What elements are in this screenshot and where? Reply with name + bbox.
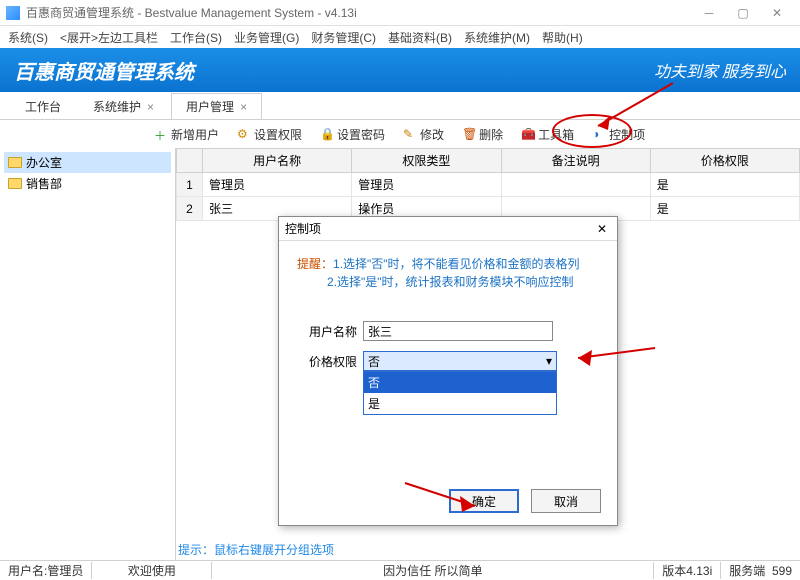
- label-username: 用户名称: [297, 323, 357, 340]
- maximize-button[interactable]: ▢: [726, 2, 760, 24]
- trash-icon: 🗑: [462, 127, 476, 141]
- dialog-titlebar[interactable]: 控制项 ✕: [279, 217, 617, 241]
- close-icon[interactable]: ×: [240, 100, 247, 114]
- toolbox-button[interactable]: 🧰工具箱: [517, 124, 578, 145]
- control-button[interactable]: ◑控制项: [588, 124, 649, 145]
- status-user: 用户名:管理员: [0, 562, 92, 579]
- minimize-button[interactable]: ─: [692, 2, 726, 24]
- label-price-perm: 价格权限: [297, 353, 357, 370]
- menu-system[interactable]: 系统(S): [4, 29, 52, 46]
- window-titlebar: 百惠商贸通管理系统 - Bestvalue Management System …: [0, 0, 800, 26]
- col-role[interactable]: 权限类型: [352, 149, 501, 173]
- control-dialog: 控制项 ✕ 提醒：1.选择"否"时，将不能看见价格和金额的表格列 2.选择"是"…: [278, 216, 618, 526]
- menu-finance[interactable]: 财务管理(C): [307, 29, 380, 46]
- dialog-title: 控制项: [285, 220, 321, 237]
- bottom-hint: 提示：鼠标右键展开分组选项: [178, 541, 334, 558]
- app-icon: [6, 6, 20, 20]
- username-input[interactable]: [363, 321, 553, 341]
- toolbox-icon: 🧰: [521, 127, 535, 141]
- window-title: 百惠商贸通管理系统 - Bestvalue Management System …: [26, 4, 692, 21]
- add-user-button[interactable]: ＋新增用户: [150, 124, 223, 145]
- folder-icon: [8, 157, 22, 168]
- banner: 百惠商贸通管理系统 功夫到家 服务到心: [0, 48, 800, 92]
- status-welcome: 欢迎使用: [92, 562, 212, 579]
- lock-icon: 🔒: [320, 127, 334, 141]
- dialog-tip: 提醒：1.选择"否"时，将不能看见价格和金额的表格列 2.选择"是"时，统计报表…: [297, 255, 599, 291]
- col-remark[interactable]: 备注说明: [501, 149, 650, 173]
- col-username[interactable]: 用户名称: [203, 149, 352, 173]
- pencil-icon: ✎: [403, 127, 417, 141]
- control-icon: ◑: [592, 127, 606, 141]
- col-price[interactable]: 价格权限: [650, 149, 799, 173]
- close-icon[interactable]: ×: [147, 100, 154, 114]
- gear-icon: ⚙: [237, 127, 251, 141]
- cancel-button[interactable]: 取消: [531, 489, 601, 513]
- menu-business[interactable]: 业务管理(G): [230, 29, 303, 46]
- menu-bar: 系统(S) <展开>左边工具栏 工作台(S) 业务管理(G) 财务管理(C) 基…: [0, 26, 800, 48]
- sidebar-tree: 办公室 销售部: [0, 148, 176, 560]
- brand-title: 百惠商贸通管理系统: [14, 56, 194, 85]
- tree-item-office[interactable]: 办公室: [4, 152, 171, 173]
- close-button[interactable]: ✕: [760, 2, 794, 24]
- tab-user-mgmt[interactable]: 用户管理×: [171, 93, 262, 119]
- menu-basedata[interactable]: 基础资料(B): [384, 29, 456, 46]
- status-version: 版本4.13i: [654, 562, 721, 579]
- folder-icon: [8, 178, 22, 189]
- tab-strip: 工作台 系统维护× 用户管理×: [0, 92, 800, 120]
- combo-option-yes[interactable]: 是: [364, 393, 556, 414]
- combo-option-no[interactable]: 否: [364, 372, 556, 393]
- delete-button[interactable]: 🗑删除: [458, 124, 507, 145]
- table-row[interactable]: 1 管理员 管理员 是: [177, 173, 800, 197]
- set-permission-button[interactable]: ⚙设置权限: [233, 124, 306, 145]
- plus-icon: ＋: [154, 127, 168, 141]
- tree-item-sales[interactable]: 销售部: [4, 173, 171, 194]
- brand-slogan: 功夫到家 服务到心: [654, 58, 786, 82]
- chevron-down-icon: ▾: [546, 354, 552, 368]
- status-bar: 用户名:管理员 欢迎使用 因为信任 所以简单 版本4.13i 服务端 599: [0, 560, 800, 580]
- toolbar: ＋新增用户 ⚙设置权限 🔒设置密码 ✎修改 🗑删除 🧰工具箱 ◑控制项: [0, 120, 800, 148]
- menu-help[interactable]: 帮助(H): [538, 29, 587, 46]
- ok-button[interactable]: 确定: [449, 489, 519, 513]
- status-service: 服务端 599: [721, 562, 800, 579]
- menu-expand-toolbar[interactable]: <展开>左边工具栏: [56, 29, 162, 46]
- tab-maintenance[interactable]: 系统维护×: [78, 93, 169, 119]
- dialog-close-button[interactable]: ✕: [593, 220, 611, 238]
- menu-maintenance[interactable]: 系统维护(M): [460, 29, 534, 46]
- edit-button[interactable]: ✎修改: [399, 124, 448, 145]
- user-table: 用户名称 权限类型 备注说明 价格权限 1 管理员 管理员 是 2 张三 操作员…: [176, 148, 800, 221]
- price-permission-combo[interactable]: 否 ▾ 否 是: [363, 351, 557, 371]
- tab-workbench[interactable]: 工作台: [10, 93, 76, 119]
- set-password-button[interactable]: 🔒设置密码: [316, 124, 389, 145]
- menu-workbench[interactable]: 工作台(S): [166, 29, 226, 46]
- combo-dropdown: 否 是: [363, 371, 557, 415]
- status-motto: 因为信任 所以简单: [212, 562, 654, 579]
